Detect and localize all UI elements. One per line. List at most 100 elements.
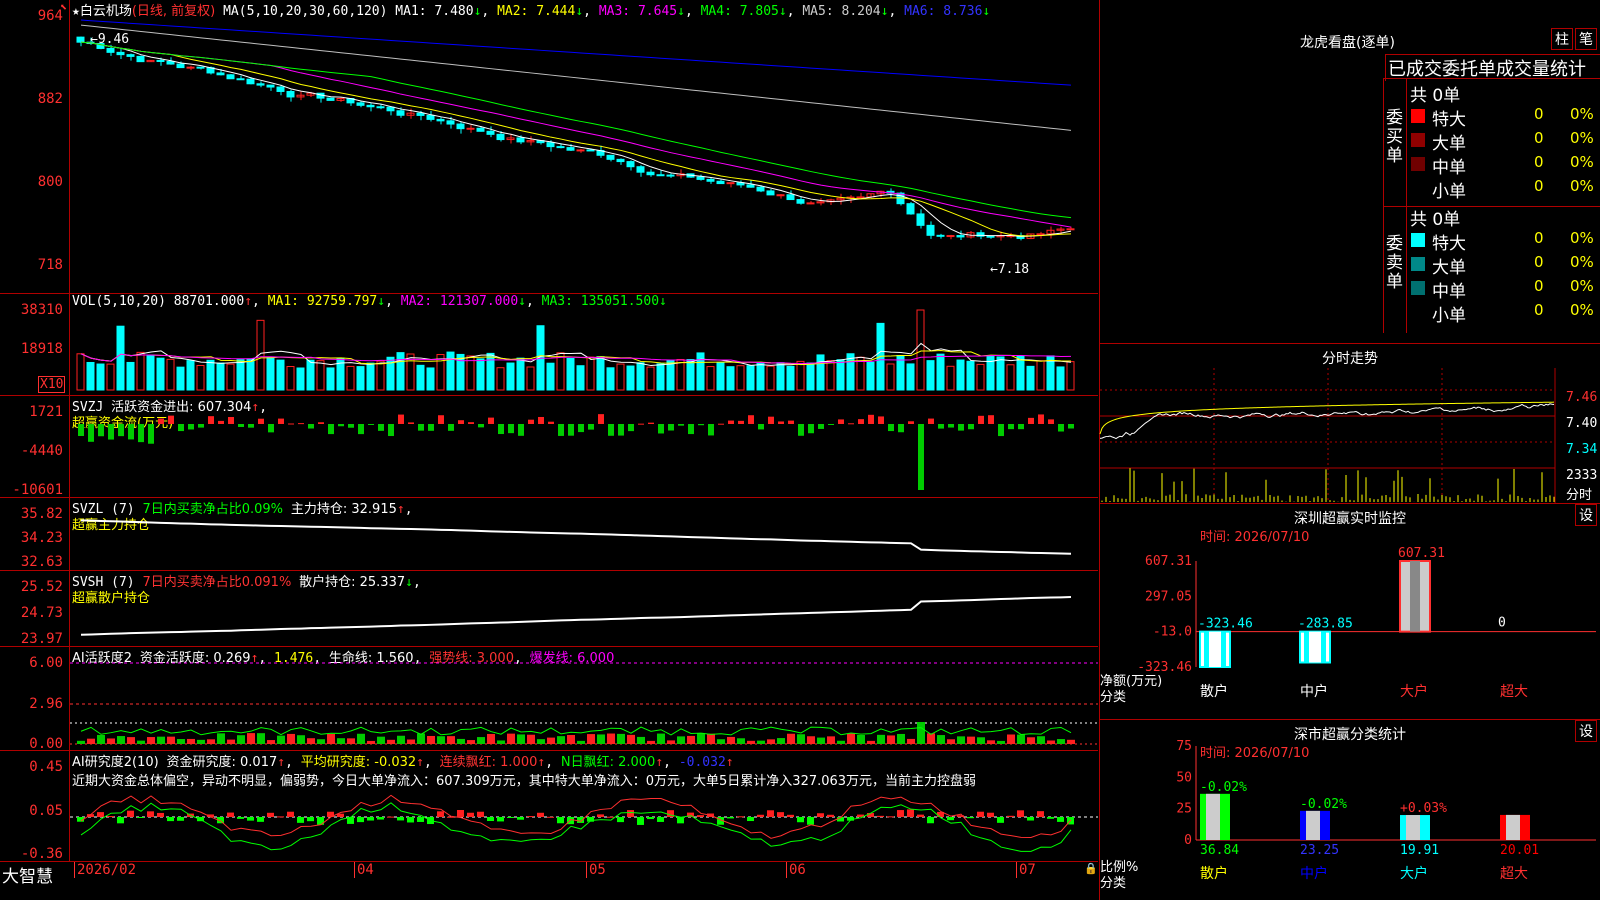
tick-mode-button[interactable]: 笔 — [1575, 28, 1597, 50]
toggle-arrow-icon[interactable]: ⬉ — [60, 0, 67, 14]
activity-bar — [117, 736, 125, 744]
order-class-label: 中单 — [1432, 158, 1466, 178]
candle — [576, 149, 585, 152]
volume-bar — [996, 356, 1005, 391]
activity-bar — [87, 738, 95, 744]
candle — [946, 235, 955, 238]
activity-bar — [577, 740, 585, 744]
kline-panel[interactable]: 964 882 800 718 ⬉ ★白云机场(日线, 前复权) MA(5,10… — [0, 0, 1098, 294]
activity-bar — [817, 737, 825, 744]
research-bar — [517, 817, 524, 820]
x-label: 07 — [1016, 862, 1036, 878]
ai-research-chart[interactable] — [70, 751, 1098, 862]
kline-chart[interactable] — [70, 0, 1098, 294]
svzj-panel[interactable]: 1721 -4440 -10601 SVZJ 活跃资金进出: 607.304↑,… — [0, 396, 1098, 498]
fund-flow-bar — [588, 424, 594, 430]
activity-bar — [177, 739, 185, 744]
fund-flow-bar — [478, 424, 484, 428]
intraday-chart[interactable] — [1099, 368, 1600, 504]
research-bar — [307, 817, 314, 822]
svsh-panel[interactable]: 25.52 24.73 23.97 SVSH (7) 7日内买卖净占比0.091… — [0, 571, 1098, 647]
y-tick: -10601 — [12, 482, 63, 498]
research-bar — [827, 814, 834, 817]
volume-bar — [186, 360, 195, 391]
bar-mode-button[interactable]: 柱 — [1551, 28, 1573, 50]
activity-bar — [627, 734, 635, 744]
category-bar-core — [1506, 814, 1520, 840]
research-bar — [417, 817, 424, 822]
y-tick: -0.36 — [20, 846, 63, 862]
volume-bar — [356, 366, 365, 391]
monitor-panel[interactable]: 深圳超赢实时监控 设 时间: 2026/07/10 607.31 297.05 -1… — [1099, 504, 1600, 720]
research-bar — [537, 812, 544, 817]
activity-bar — [657, 733, 665, 744]
volume-bar — [496, 367, 505, 391]
activity-bar — [887, 735, 895, 744]
bar-value-label: 36.84 — [1200, 843, 1239, 858]
svzj-chart[interactable] — [70, 396, 1098, 498]
intraday-panel[interactable]: 分时走势 7.46 7.40 7.34 2333 分时 — [1099, 344, 1600, 504]
legend-swatch — [1411, 233, 1425, 247]
activity-bar — [777, 738, 785, 744]
activity-bar — [187, 738, 195, 744]
volume-bar — [86, 361, 95, 391]
classify-chart[interactable]: 75 50 25 0 -0.02% 36.84 散户 -0.02% 23.25 中户 +0.03% 1… — [1100, 720, 1600, 900]
ai-research-panel[interactable]: 0.45 0.05 -0.36 AI研究度2(10) 资金研究度: 0.017↑… — [0, 751, 1098, 862]
y-tick: 0.05 — [29, 803, 63, 819]
activity-bar — [957, 736, 965, 744]
volume-bar — [276, 359, 285, 391]
buy-total: 共 0单 — [1410, 86, 1461, 106]
y-tick: 0.45 — [29, 759, 63, 775]
fund-flow-bar — [678, 424, 684, 426]
candle — [746, 184, 755, 188]
activity-bar — [407, 739, 415, 744]
research-bar — [477, 811, 484, 817]
research-bar — [777, 812, 784, 817]
fund-flow-bar — [378, 424, 384, 431]
volume-panel[interactable]: 38310 18918 X10 VOL(5,10,20) 88701.000↑,… — [0, 294, 1098, 396]
ai-activity-panel[interactable]: 6.00 2.96 0.00 AI活跃度2 资金活跃度: 0.269↑, 1.4… — [0, 647, 1098, 752]
volume-bar — [606, 367, 615, 391]
y-tick: 38310 — [20, 302, 63, 318]
fund-flow-bar — [508, 424, 514, 434]
classify-panel[interactable]: 深市超赢分类统计 设 时间: 2026/07/10 75 50 25 0 -0.02% 3… — [1099, 720, 1600, 900]
research-bar — [437, 811, 444, 817]
candle — [776, 194, 785, 197]
bar-value-label: 20.01 — [1500, 843, 1539, 858]
fund-flow-bar — [948, 424, 954, 428]
volume-bar — [626, 365, 635, 391]
volume-bar — [506, 362, 515, 391]
volume-chart[interactable] — [70, 294, 1098, 396]
ai-activity-chart[interactable] — [70, 647, 1098, 751]
research-bar — [557, 817, 564, 824]
lhb-subtitle: 已成交委托单成交量统计 — [1385, 54, 1600, 81]
research-bar — [467, 812, 474, 817]
volume-ma-line — [80, 342, 1072, 367]
monitor-chart[interactable]: 607.31297.05-13.0-323.46-323.46散户-283.85… — [1100, 504, 1600, 720]
activity-bar — [227, 739, 235, 744]
candle — [426, 114, 435, 120]
svzl-panel[interactable]: 35.82 34.23 32.63 SVZL (7) 7日内买卖净占比0.09%… — [0, 498, 1098, 571]
main-position-line — [80, 519, 1072, 555]
candle — [766, 190, 775, 196]
svsh-chart[interactable] — [70, 571, 1098, 647]
fund-flow-bar — [448, 424, 454, 431]
svzl-chart[interactable] — [70, 498, 1098, 571]
volume-bar — [746, 365, 755, 391]
candle — [356, 102, 365, 106]
fund-flow-bar — [608, 424, 614, 436]
activity-bar — [687, 735, 695, 744]
brand-logo[interactable]: 大智慧 — [2, 862, 53, 887]
candle — [286, 90, 295, 98]
candle — [656, 174, 665, 177]
candle — [856, 196, 865, 199]
lock-icon[interactable]: 🔒 — [1084, 862, 1098, 875]
activity-bar — [387, 739, 395, 744]
fund-flow-bar — [338, 424, 344, 427]
x-category-label: 散户 — [1200, 683, 1228, 700]
activity-bar — [397, 735, 405, 744]
research-bar — [107, 816, 114, 818]
activity-bar — [567, 734, 575, 744]
research-bar — [607, 816, 614, 818]
activity-bar — [557, 736, 565, 744]
